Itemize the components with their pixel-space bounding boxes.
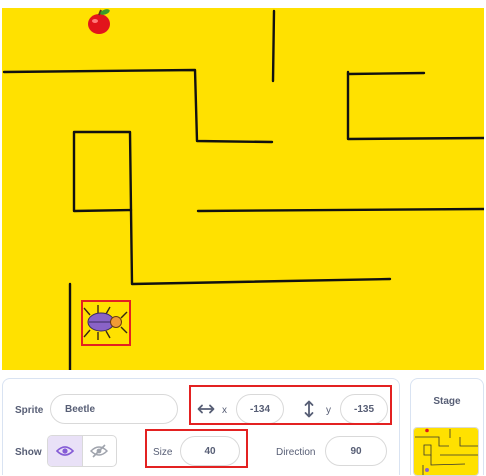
- stage-thumbnail-maze: [414, 428, 478, 475]
- eye-slash-icon: [90, 444, 109, 458]
- direction-field[interactable]: 90: [325, 436, 387, 466]
- hide-button[interactable]: [83, 436, 117, 466]
- beetle-highlight-box: [81, 300, 131, 346]
- stage-selector-panel[interactable]: Stage: [410, 378, 484, 476]
- size-highlight-box: [145, 429, 248, 468]
- stage-thumbnail[interactable]: [413, 427, 479, 476]
- sprite-name-field[interactable]: Beetle: [50, 394, 178, 424]
- stage-title: Stage: [433, 396, 461, 407]
- eye-icon: [55, 446, 74, 456]
- sprite-label: Sprite: [15, 405, 44, 416]
- sprite-name-value: Beetle: [65, 403, 96, 415]
- show-label: Show: [15, 447, 42, 458]
- visibility-toggle: [47, 435, 117, 467]
- maze-svg: [2, 8, 484, 370]
- stage-canvas[interactable]: [2, 8, 484, 370]
- sprite-info-panel: Sprite Beetle x -134 y -135 Show Size 40…: [2, 378, 400, 475]
- position-highlight-box: [189, 385, 392, 425]
- direction-value: 90: [350, 445, 362, 457]
- direction-label: Direction: [276, 447, 316, 458]
- show-button[interactable]: [48, 436, 83, 466]
